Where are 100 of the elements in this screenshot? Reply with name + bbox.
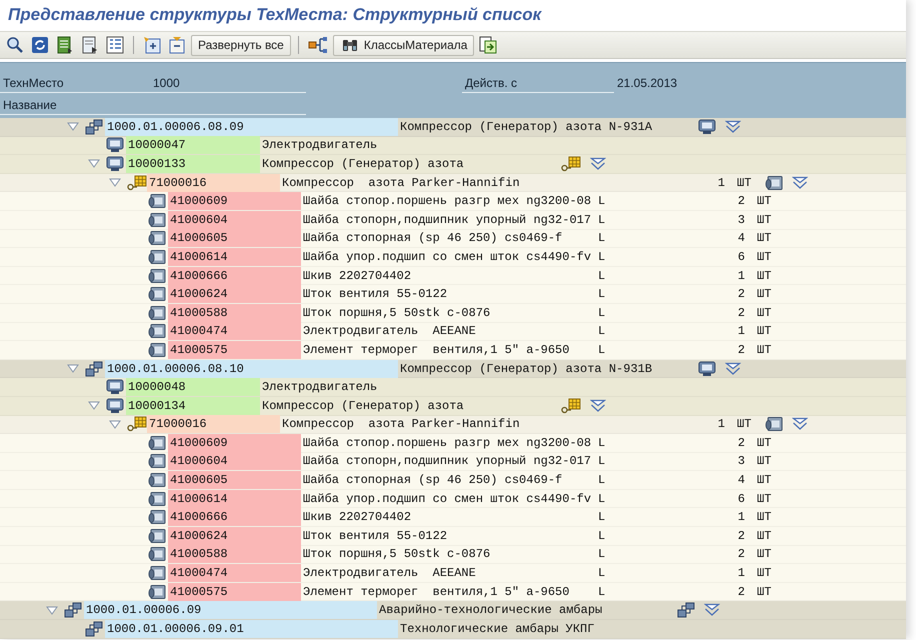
tree-row[interactable]: 41000474 Электродвигатель AEEANE L 1 ШТ [0, 322, 906, 342]
object-number-cell: 10000134 [126, 396, 260, 415]
tree-row[interactable]: 41000609 Шайба стопор.поршень разгр мех ng3200-08 L 2 ШТ [0, 434, 906, 453]
expand-toggle-icon[interactable] [46, 606, 58, 615]
key-grid-icon [127, 174, 147, 191]
hierarchy-icon[interactable] [308, 36, 328, 54]
expand-toggle-icon[interactable] [88, 401, 100, 410]
expand-toggle-icon[interactable] [109, 420, 121, 429]
object-number-cell: 41000588 [168, 545, 301, 564]
filter-icon[interactable] [792, 176, 808, 190]
tree-row[interactable]: 41000604 Шайба стопорн,подшипник упорный ng32-017 L 3 ШТ [0, 452, 906, 472]
item-category-text: L [598, 547, 606, 562]
tree-row[interactable]: 41000614 Шайба упор.подшип со смен шток cs4490-fv L 6 ШТ [0, 248, 906, 267]
item-category-text: L [598, 492, 606, 506]
expand-all-button[interactable]: Развернуть все [191, 34, 291, 56]
unit-text: ШТ [757, 268, 772, 283]
scroll-icon [148, 472, 166, 488]
tree-row[interactable]: 71000016 Компрессор азота Parker-Hannifin 1 ШТ [0, 174, 906, 192]
object-number-cell: 71000016 [147, 415, 280, 434]
tree-row[interactable]: 1000.01.00006.08.09 Компрессор (Генератор) азота N-931A [0, 118, 906, 137]
hierarchy-icon[interactable] [677, 602, 695, 618]
object-number-cell: 41000666 [168, 508, 301, 526]
tree-row[interactable]: 41000575 Элемент терморег вентиля,1 5" a-9650 L 2 ШТ [0, 582, 906, 602]
tree-row[interactable]: 10000133 Компрессор (Генератор) азота [0, 155, 906, 174]
filter-icon[interactable] [725, 362, 741, 376]
scroll-icon [148, 268, 166, 284]
tree-row[interactable]: 41000604 Шайба стопорн,подшипник упорный ng32-017 L 3 ШТ [0, 210, 906, 230]
description-text: Электродвигатель AEEANE [302, 565, 477, 582]
scroll-icon [148, 434, 166, 451]
tree-row[interactable]: 41000588 Шток поршня,5 50stk c-0876 L 2 ШТ [0, 546, 906, 564]
object-number-cell: 41000575 [168, 340, 301, 359]
tree-row[interactable]: 41000614 Шайба упор.подшип со смен шток cs4490-fv L 6 ШТ [0, 490, 906, 508]
tree-row[interactable]: 41000605 Шайба стопорная (sp 46 250) cs0469-f L 4 ШТ [0, 471, 906, 490]
filter-icon[interactable] [704, 603, 720, 618]
window-title: Представление структуры ТехМеста: Структурный список [8, 5, 543, 25]
object-number-cell: 1000.01.00006.08.09 [105, 118, 398, 136]
expand-toggle-icon[interactable] [67, 364, 79, 374]
expand-toggle-icon[interactable] [67, 122, 79, 132]
tree-row[interactable]: 1000.01.00006.09.01 Технологические амбары УКПГ [0, 620, 906, 639]
item-category-text: L [598, 231, 606, 246]
item-category-text: L [598, 268, 606, 283]
monitor-icon[interactable] [698, 118, 716, 135]
item-category-text: L [598, 473, 606, 488]
search-icon[interactable] [6, 36, 24, 54]
quantity-text: 1 [736, 324, 745, 338]
tree-row[interactable]: 41000666 Шкив 2202704402 L 1 ШТ [0, 508, 906, 528]
tree-row[interactable]: 41000605 Шайба стопорная (sp 46 250) cs0469-f L 4 ШТ [0, 230, 906, 248]
filter-icon[interactable] [590, 398, 606, 413]
tree-row[interactable]: 1000.01.00006.09 Аварийно-технологические амбары [0, 601, 906, 620]
object-number-cell: 10000047 [126, 136, 260, 154]
description-text: Шайба стопор.поршень разгр мех ng3200-08 [302, 193, 592, 210]
tree-row[interactable]: 41000666 Шкив 2202704402 L 1 ШТ [0, 266, 906, 286]
unit-text: ШТ [757, 566, 772, 580]
quantity-text: 3 [736, 212, 745, 227]
expand-toggle-icon[interactable] [88, 159, 100, 168]
key-grid-icon[interactable] [561, 156, 581, 172]
unit-text: ШТ [757, 342, 772, 357]
export-icon[interactable] [479, 36, 498, 54]
tree-row[interactable]: 10000048 Электродвигатель [0, 378, 906, 397]
collapse-icon[interactable] [168, 36, 186, 54]
material-classes-button[interactable]: КлассыМатериала [332, 34, 474, 56]
refresh-icon[interactable] [31, 36, 49, 54]
tree-row[interactable]: 41000588 Шток поршня,5 50stk c-0876 L 2 ШТ [0, 304, 906, 323]
tree-row[interactable]: 41000575 Элемент терморег вентиля,1 5" a-9650 L 2 ШТ [0, 341, 906, 360]
monitor-icon[interactable] [698, 360, 716, 377]
expand-toggle-icon[interactable] [109, 178, 121, 188]
unit-text: ШТ [757, 510, 772, 524]
description-text: Шток поршня,5 50stk c-0876 [302, 304, 492, 322]
scroll-icon [148, 286, 166, 302]
hierarchy-icon [85, 360, 103, 377]
tree-row[interactable]: 41000624 Шток вентиля 55-0122 L 2 ШТ [0, 285, 906, 304]
expand-icon[interactable] [143, 36, 161, 54]
description-text: Шток вентиля 55-0122 [302, 528, 448, 545]
unit-text: ШТ [757, 584, 772, 599]
scroll-icon [148, 546, 166, 562]
tree-row[interactable]: 10000134 Компрессор (Генератор) азота [0, 396, 906, 416]
list-icon[interactable] [106, 36, 124, 54]
hierarchy-icon [85, 118, 103, 135]
description-text: Шток поршня,5 50stk c-0876 [302, 546, 492, 564]
monitor-icon [106, 156, 124, 172]
description-text: Компрессор азота Parker-Hannifin [281, 416, 521, 434]
description-text: Электродвигатель AEEANE [302, 323, 477, 340]
filter-icon[interactable] [725, 120, 741, 134]
tree-row[interactable]: 41000609 Шайба стопор.поршень разгр мех ng3200-08 L 2 ШТ [0, 192, 906, 211]
scroll-icon[interactable] [765, 416, 783, 432]
scroll-icon [148, 584, 166, 600]
tree-row[interactable]: 41000474 Электродвигатель AEEANE L 1 ШТ [0, 564, 906, 583]
filter-icon[interactable] [792, 417, 808, 432]
tree-row[interactable]: 10000047 Электродвигатель [0, 136, 906, 156]
document-icon[interactable] [56, 36, 74, 54]
document-arrow-icon[interactable] [81, 36, 99, 54]
description-text: Электродвигатель [261, 137, 378, 154]
field-value: 1000 [150, 75, 306, 93]
tree-row[interactable]: 1000.01.00006.08.10 Компрессор (Генератор) азота N-931B [0, 360, 906, 378]
key-grid-icon[interactable] [561, 398, 581, 414]
tree-row[interactable]: 71000016 Компрессор азота Parker-Hannifin 1 ШТ [0, 416, 906, 434]
tree-row[interactable]: 41000624 Шток вентиля 55-0122 L 2 ШТ [0, 527, 906, 546]
scroll-icon[interactable] [765, 174, 783, 191]
description-text: Шайба стопор.поршень разгр мех ng3200-08 [302, 434, 592, 452]
filter-icon[interactable] [590, 156, 606, 171]
